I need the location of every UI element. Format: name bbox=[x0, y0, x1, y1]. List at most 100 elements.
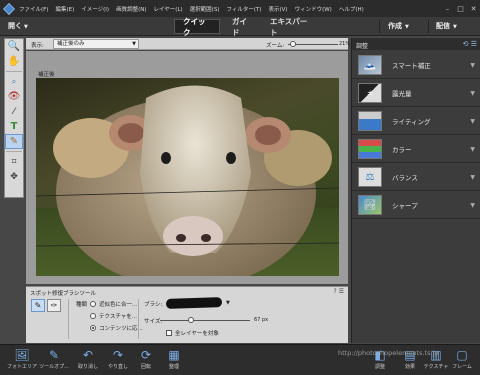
spot-healing-brush-button[interactable]: ✎ bbox=[31, 299, 45, 312]
chevron-down-icon: ▼ bbox=[470, 117, 475, 125]
crop-tool-icon[interactable]: ⌗ bbox=[5, 154, 23, 169]
adjustment-smart-fix[interactable]: 🗻 スマート補正 ▼ bbox=[352, 52, 480, 79]
view-options-bar: 表示: 補正後のみ ▼ ズーム: 21% bbox=[26, 38, 351, 50]
photo-canvas[interactable] bbox=[36, 78, 339, 276]
brush-preview[interactable] bbox=[165, 297, 223, 309]
checkbox[interactable] bbox=[166, 330, 172, 336]
zoom-label: ズーム: bbox=[266, 43, 285, 49]
open-label: 開く bbox=[8, 22, 22, 30]
smart-fix-icon: 🗻 bbox=[358, 55, 382, 75]
zoom-value: 21% bbox=[339, 41, 351, 47]
view-select-value: 補正後のみ bbox=[57, 41, 85, 47]
balance-icon: ⚖ bbox=[358, 167, 382, 187]
cow-image bbox=[36, 85, 339, 276]
taskbar-label: フォトエリア bbox=[6, 364, 37, 370]
radio-button[interactable] bbox=[90, 301, 96, 307]
brush-label: ブラシ: bbox=[144, 302, 163, 308]
size-value: 67 px bbox=[254, 317, 269, 323]
type-label: 種類 bbox=[76, 302, 88, 308]
radio-label: コンテンツに応... bbox=[99, 326, 143, 332]
radio-button[interactable] bbox=[90, 313, 96, 319]
menu-window[interactable]: ウィンドウ(W) bbox=[295, 5, 332, 13]
healing-brush-button[interactable]: ✑ bbox=[47, 299, 61, 312]
chevron-down-icon: ▼ bbox=[470, 89, 475, 97]
app-logo-icon bbox=[3, 2, 15, 15]
taskbar-label: ツールオプ... bbox=[39, 364, 69, 370]
divider bbox=[428, 20, 429, 33]
tab-quick[interactable]: クイック bbox=[174, 17, 220, 37]
view-select[interactable]: 補正後のみ ▼ bbox=[53, 39, 139, 49]
open-button[interactable]: 開く ▼ bbox=[8, 21, 28, 31]
taskbar-label: 整理 bbox=[168, 364, 179, 370]
chevron-down-icon: ▼ bbox=[470, 173, 475, 181]
panel-header: 調整 ⟲ ☰ bbox=[352, 38, 480, 50]
radio-create-texture[interactable]: テクスチャを... bbox=[90, 312, 137, 320]
radio-proximity-match[interactable]: 近似色に合一... bbox=[90, 300, 137, 308]
chevron-down-icon[interactable]: ▼ bbox=[226, 300, 230, 306]
whiten-teeth-tool-icon[interactable]: ⁄ bbox=[5, 104, 23, 119]
menu-image[interactable]: イメージ(I) bbox=[81, 5, 109, 13]
canvas-area[interactable]: 補正後 bbox=[26, 51, 348, 284]
close-button[interactable]: ✕ bbox=[467, 0, 480, 17]
create-button[interactable]: 作成 ▼ bbox=[388, 21, 409, 31]
size-slider-thumb[interactable] bbox=[188, 317, 194, 323]
view-label: 表示: bbox=[31, 43, 44, 49]
taskbar-label: フレーム bbox=[452, 364, 472, 370]
reset-icon[interactable]: ⟲ ☰ bbox=[463, 40, 477, 48]
zoom-tool-icon[interactable]: 🔍 bbox=[5, 39, 23, 54]
chevron-down-icon: ▼ bbox=[24, 24, 28, 30]
zoom-slider-thumb[interactable] bbox=[290, 41, 296, 47]
adjustment-label: カラー bbox=[392, 146, 412, 154]
type-tool-icon[interactable]: T bbox=[5, 119, 23, 134]
move-tool-icon[interactable]: ✥ bbox=[5, 169, 23, 184]
chevron-down-icon: ▼ bbox=[470, 145, 475, 153]
radio-content-aware[interactable]: コンテンツに応... bbox=[90, 324, 143, 332]
quick-selection-tool-icon[interactable]: ⌕ bbox=[5, 74, 23, 89]
chevron-down-icon: ▼ bbox=[132, 41, 136, 47]
help-icon[interactable]: ? ☰ bbox=[334, 288, 344, 295]
divider bbox=[6, 71, 22, 72]
adjustment-label: バランス bbox=[392, 174, 418, 182]
taskbar-label: 回転 bbox=[140, 364, 151, 370]
red-eye-tool-icon[interactable]: 👁 bbox=[5, 89, 23, 104]
panel-title: 調整 bbox=[356, 43, 369, 50]
tab-guided[interactable]: ガイド bbox=[224, 17, 260, 37]
hand-tool-icon[interactable]: ✋ bbox=[5, 54, 23, 69]
frames-button[interactable]: ▢ フレーム bbox=[442, 347, 480, 375]
size-label: サイズ: bbox=[144, 319, 163, 325]
adjustment-label: シャープ bbox=[392, 202, 418, 210]
adjustment-color[interactable]: カラー ▼ bbox=[352, 136, 480, 163]
size-slider-track[interactable] bbox=[160, 320, 250, 321]
menu-enhance[interactable]: 画質調整(N) bbox=[116, 5, 146, 13]
tab-expert[interactable]: エキスパート bbox=[262, 17, 322, 37]
exposure-icon: ± bbox=[358, 83, 382, 103]
mode-bar: 開く ▼ クイック ガイド エキスパート 作成 ▼ 配信 ▼ bbox=[0, 17, 480, 37]
canvas-view-label: 補正後 bbox=[38, 72, 55, 78]
menu-edit[interactable]: 編集(E) bbox=[55, 5, 74, 13]
rotate-icon: ⟳ bbox=[140, 348, 152, 362]
menu-bar: ファイル(F) 編集(E) イメージ(I) 画質調整(N) レイヤー(L) 選択… bbox=[0, 0, 480, 17]
tool-options-title: スポット修復ブラシツール bbox=[30, 291, 96, 297]
radio-button[interactable] bbox=[90, 325, 96, 331]
share-button[interactable]: 配信 ▼ bbox=[436, 21, 457, 31]
radio-label: 近似色に合一... bbox=[99, 302, 138, 308]
maximize-button[interactable]: □ bbox=[454, 0, 467, 17]
adjustment-sharpen[interactable]: 🏞 シャープ ▼ bbox=[352, 192, 480, 219]
adjustment-lighting[interactable]: ライティング ▼ bbox=[352, 108, 480, 135]
spot-healing-brush-tool-icon[interactable]: ✎ bbox=[5, 134, 23, 149]
sample-all-layers-checkbox[interactable]: 全レイヤーを対象 bbox=[166, 329, 219, 337]
menu-view[interactable]: 表示(V) bbox=[269, 5, 288, 13]
create-label: 作成 bbox=[388, 22, 402, 30]
adjustment-label: ライティング bbox=[392, 118, 431, 126]
adjustment-exposure[interactable]: ± 露光量 ▼ bbox=[352, 80, 480, 107]
menu-layer[interactable]: レイヤー(L) bbox=[153, 5, 182, 13]
menu-help[interactable]: ヘルプ(H) bbox=[339, 5, 364, 13]
menu-filter[interactable]: フィルター(T) bbox=[226, 5, 261, 13]
taskbar-label: 取り消し bbox=[77, 364, 98, 370]
menu-file[interactable]: ファイル(F) bbox=[19, 5, 48, 13]
organize-button[interactable]: ▦ 整理 bbox=[154, 347, 194, 375]
adjustment-balance[interactable]: ⚖ バランス ▼ bbox=[352, 164, 480, 191]
chevron-down-icon: ▼ bbox=[470, 201, 475, 209]
minimize-button[interactable]: – bbox=[441, 0, 454, 17]
menu-select[interactable]: 選択範囲(S) bbox=[190, 5, 220, 13]
